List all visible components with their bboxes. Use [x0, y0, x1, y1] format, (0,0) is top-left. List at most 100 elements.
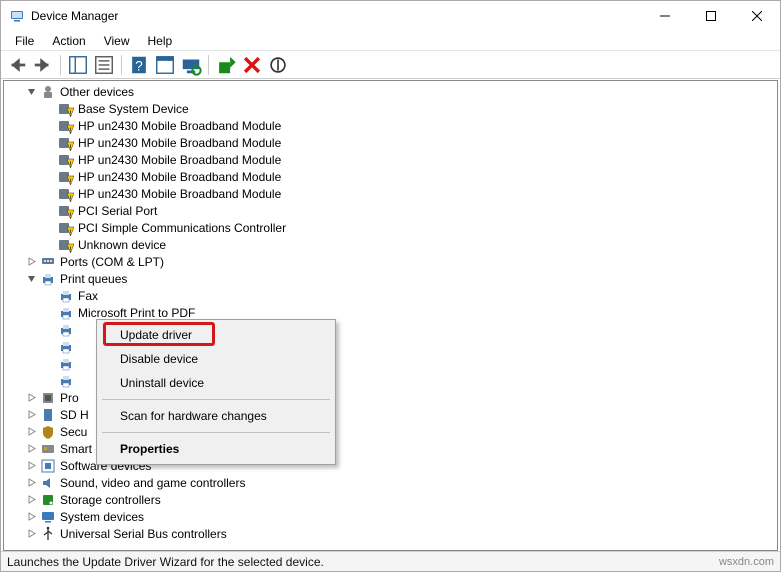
node-label: Ports (COM & LPT) [60, 255, 164, 269]
separator [60, 55, 61, 75]
help-button[interactable]: ? [127, 54, 151, 76]
chevron-right-icon[interactable] [24, 493, 38, 507]
device-tree[interactable]: Other devices ! Base System Device ! HP … [4, 81, 777, 550]
svg-text:!: ! [70, 178, 72, 185]
item-label: PCI Serial Port [78, 204, 157, 218]
ctx-scan-hardware[interactable]: Scan for hardware changes [100, 404, 332, 428]
node-label: Sound, video and game controllers [60, 476, 245, 490]
item-label: HP un2430 Mobile Broadband Module [78, 170, 281, 184]
warning-device-icon: ! [58, 118, 74, 134]
menu-view[interactable]: View [96, 32, 138, 50]
storage-icon [40, 492, 56, 508]
node-label: System devices [60, 510, 144, 524]
chevron-right-icon[interactable] [24, 391, 38, 405]
tree-item[interactable]: ! HP un2430 Mobile Broadband Module [4, 185, 777, 202]
tree-item[interactable]: ! Base System Device [4, 100, 777, 117]
menu-file[interactable]: File [7, 32, 42, 50]
tree-item[interactable]: ! HP un2430 Mobile Broadband Module [4, 117, 777, 134]
printer-icon [58, 356, 74, 372]
toolbar: ? [1, 51, 780, 79]
node-label: Storage controllers [60, 493, 161, 507]
separator [121, 55, 122, 75]
printer-icon [58, 288, 74, 304]
other-devices-icon [40, 84, 56, 100]
item-label: Unknown device [78, 238, 166, 252]
shield-icon [40, 424, 56, 440]
warning-device-icon: ! [58, 186, 74, 202]
update-driver-button[interactable] [214, 54, 238, 76]
item-label: Fax [78, 289, 98, 303]
context-menu: Update driver Disable device Uninstall d… [96, 319, 336, 465]
chevron-right-icon[interactable] [24, 527, 38, 541]
show-hide-console-button[interactable] [66, 54, 90, 76]
tree-item-fax[interactable]: Fax [4, 287, 777, 304]
tree-node-print-queues[interactable]: Print queues [4, 270, 777, 287]
svg-text:!: ! [70, 246, 72, 253]
chevron-right-icon[interactable] [24, 476, 38, 490]
chevron-right-icon[interactable] [24, 442, 38, 456]
tree-node-storage[interactable]: Storage controllers [4, 491, 777, 508]
ctx-disable-device[interactable]: Disable device [100, 347, 332, 371]
tree-item[interactable]: ! PCI Simple Communications Controller [4, 219, 777, 236]
tree-node-usb[interactable]: Universal Serial Bus controllers [4, 525, 777, 542]
warning-device-icon: ! [58, 135, 74, 151]
warning-device-icon: ! [58, 203, 74, 219]
toolbar-button[interactable] [153, 54, 177, 76]
tree-item[interactable]: ! HP un2430 Mobile Broadband Module [4, 168, 777, 185]
tree-item[interactable]: ! Unknown device [4, 236, 777, 253]
close-button[interactable] [734, 1, 780, 31]
svg-text:!: ! [70, 110, 72, 117]
title-bar: Device Manager [1, 1, 780, 31]
warning-device-icon: ! [58, 101, 74, 117]
printer-icon [58, 305, 74, 321]
item-label: HP un2430 Mobile Broadband Module [78, 119, 281, 133]
node-label: SD H [60, 408, 89, 422]
disable-button[interactable] [266, 54, 290, 76]
svg-text:!: ! [70, 127, 72, 134]
window-title: Device Manager [31, 9, 118, 23]
watermark-text: wsxdn.com [719, 556, 774, 568]
printer-icon [58, 322, 74, 338]
minimize-button[interactable] [642, 1, 688, 31]
svg-text:?: ? [135, 58, 143, 73]
menu-action[interactable]: Action [44, 32, 93, 50]
maximize-button[interactable] [688, 1, 734, 31]
chevron-right-icon[interactable] [24, 459, 38, 473]
item-label: Microsoft Print to PDF [78, 306, 195, 320]
item-label: HP un2430 Mobile Broadband Module [78, 153, 281, 167]
cpu-icon [40, 390, 56, 406]
svg-text:!: ! [70, 229, 72, 236]
scan-hardware-button[interactable] [179, 54, 203, 76]
ctx-uninstall-device[interactable]: Uninstall device [100, 371, 332, 395]
tree-item[interactable]: ! HP un2430 Mobile Broadband Module [4, 151, 777, 168]
back-button[interactable] [5, 54, 29, 76]
chevron-right-icon[interactable] [24, 510, 38, 524]
ctx-update-driver[interactable]: Update driver [100, 323, 332, 347]
tree-item[interactable]: ! HP un2430 Mobile Broadband Module [4, 134, 777, 151]
tree-node-ports[interactable]: Ports (COM & LPT) [4, 253, 777, 270]
chevron-down-icon[interactable] [24, 272, 38, 286]
chevron-down-icon[interactable] [24, 85, 38, 99]
chevron-right-icon[interactable] [24, 255, 38, 269]
warning-device-icon: ! [58, 220, 74, 236]
tree-node-system[interactable]: System devices [4, 508, 777, 525]
device-tree-panel: Other devices ! Base System Device ! HP … [3, 80, 778, 551]
chevron-right-icon[interactable] [24, 408, 38, 422]
warning-device-icon: ! [58, 152, 74, 168]
ctx-properties[interactable]: Properties [100, 437, 332, 461]
uninstall-button[interactable] [240, 54, 264, 76]
properties-button[interactable] [92, 54, 116, 76]
tree-node-sound[interactable]: Sound, video and game controllers [4, 474, 777, 491]
tree-item[interactable]: ! PCI Serial Port [4, 202, 777, 219]
software-devices-icon [40, 458, 56, 474]
chevron-right-icon[interactable] [24, 425, 38, 439]
app-icon [9, 8, 25, 24]
forward-button[interactable] [31, 54, 55, 76]
warning-device-icon: ! [58, 237, 74, 253]
separator [208, 55, 209, 75]
tree-node-other-devices[interactable]: Other devices [4, 83, 777, 100]
svg-text:!: ! [70, 144, 72, 151]
menu-help[interactable]: Help [140, 32, 181, 50]
sd-card-icon [40, 407, 56, 423]
status-text: Launches the Update Driver Wizard for th… [7, 555, 324, 569]
